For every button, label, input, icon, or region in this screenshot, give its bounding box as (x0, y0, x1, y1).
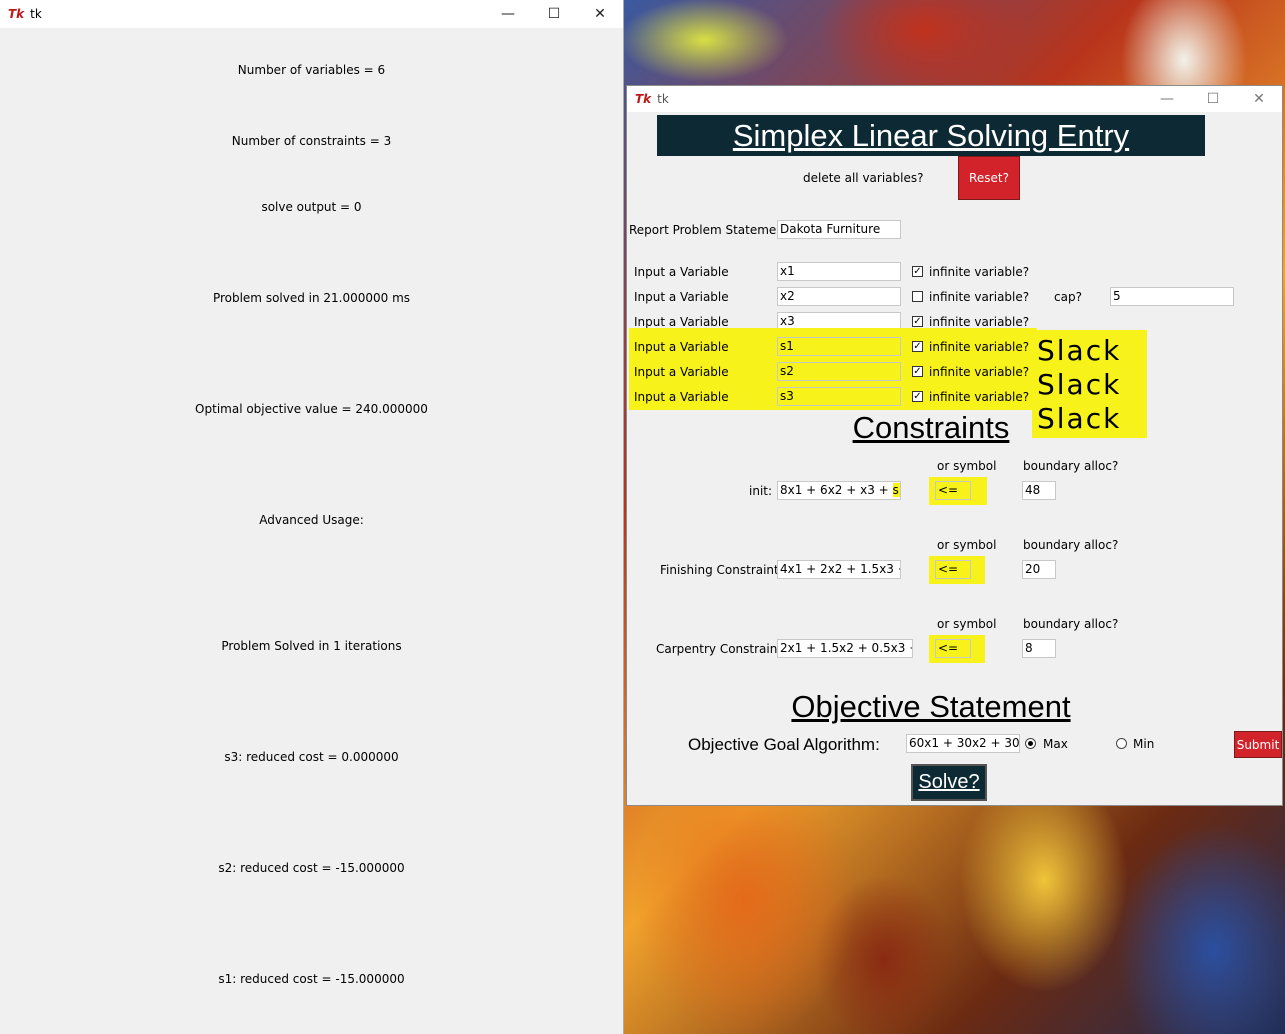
objective-heading: Objective Statement (791, 689, 1071, 724)
infinite-variable-checkbox[interactable] (912, 291, 923, 302)
infinite-variable-label: infinite variable? (929, 315, 1030, 329)
objective-expression-input[interactable]: 60x1 + 30x2 + 30x3 (906, 734, 1020, 753)
cap-input[interactable]: 5 (1110, 287, 1234, 306)
tk-logo-icon: Tk (8, 7, 25, 21)
infinite-variable-checkbox[interactable]: ✓ (912, 391, 923, 402)
symbol-header: or symbol (937, 459, 997, 473)
output-line: Number of variables = 6 (237, 63, 386, 77)
symbol-header: or symbol (937, 617, 997, 631)
slack-annotation: Slack (1037, 402, 1122, 435)
output-line: s1: reduced cost = -15.000000 (218, 972, 405, 986)
variable-label: Input a Variable (634, 365, 729, 379)
constraint-name: init: (749, 484, 773, 498)
output-line: Optimal objective value = 240.000000 (195, 402, 428, 416)
variable-input-s1[interactable]: s1 (777, 337, 901, 356)
variable-label: Input a Variable (634, 265, 729, 279)
output-line: s3: reduced cost = 0.000000 (224, 750, 399, 764)
boundary-input[interactable]: 8 (1022, 639, 1056, 658)
infinite-variable-label: infinite variable? (929, 365, 1030, 379)
objective-goal-label: Objective Goal Algorithm: (688, 735, 880, 754)
infinite-variable-checkbox[interactable]: ✓ (912, 316, 923, 327)
boundary-header: boundary alloc? (1023, 459, 1119, 473)
infinite-variable-label: infinite variable? (929, 390, 1030, 404)
constraints-heading: Constraints (852, 410, 1010, 445)
minimize-icon[interactable]: — (1144, 85, 1190, 113)
max-radio[interactable] (1025, 738, 1036, 749)
variable-input-s3[interactable]: s3 (777, 387, 901, 406)
infinite-variable-checkbox[interactable]: ✓ (912, 341, 923, 352)
variable-label: Input a Variable (634, 390, 729, 404)
variable-input-x1[interactable]: x1 (777, 262, 901, 281)
minimize-icon[interactable]: — (485, 0, 531, 28)
variable-label: Input a Variable (634, 290, 729, 304)
boundary-input[interactable]: 20 (1022, 560, 1056, 579)
window-title: tk (657, 92, 669, 106)
maximize-icon[interactable]: ☐ (1190, 85, 1236, 113)
close-icon[interactable]: ✕ (1236, 85, 1282, 113)
entry-window-titlebar[interactable]: Tk tk — ☐ ✕ (627, 86, 1282, 112)
symbol-input[interactable]: <= (935, 481, 971, 500)
expression-text: 4x1 + 2x2 + 1.5x3 + (780, 562, 901, 576)
output-window: Tk tk — ☐ ✕ Number of variables = 6 Numb… (0, 0, 624, 1034)
symbol-input[interactable]: <= (935, 560, 971, 579)
min-radio[interactable] (1116, 738, 1127, 749)
tk-logo-icon: Tk (635, 92, 652, 106)
slack-annotation: Slack (1037, 334, 1122, 367)
maximize-icon[interactable]: ☐ (531, 0, 577, 28)
infinite-variable-checkbox[interactable]: ✓ (912, 266, 923, 277)
output-line: s2: reduced cost = -15.000000 (218, 861, 405, 875)
output-line: Advanced Usage: (259, 513, 364, 527)
constraint-expression-input[interactable]: 2x1 + 1.5x2 + 0.5x3 + s3 (777, 639, 913, 658)
symbol-input[interactable]: <= (935, 639, 971, 658)
slack-annotation: Slack (1037, 368, 1122, 401)
output-window-titlebar[interactable]: Tk tk — ☐ ✕ (0, 0, 623, 28)
min-label: Min (1133, 737, 1155, 751)
output-line: Problem solved in 21.000000 ms (212, 291, 411, 305)
close-icon[interactable]: ✕ (577, 0, 623, 28)
window-title: tk (30, 7, 42, 21)
expression-text: 8x1 + 6x2 + x3 + (780, 483, 893, 497)
simplex-entry-window: Tk tk — ☐ ✕ Simplex Linear Solving Entry… (626, 85, 1283, 806)
symbol-header: or symbol (937, 538, 997, 552)
infinite-variable-label: infinite variable? (929, 265, 1030, 279)
output-line: Number of constraints = 3 (231, 134, 392, 148)
cap-label: cap? (1054, 290, 1082, 304)
reset-button[interactable]: Reset? (958, 156, 1020, 200)
report-statement-label: Report Problem Statement (629, 223, 789, 237)
variable-input-x2[interactable]: x2 (777, 287, 901, 306)
app-banner-title: Simplex Linear Solving Entry (657, 115, 1205, 156)
constraint-expression-input[interactable]: 4x1 + 2x2 + 1.5x3 + s2 (777, 560, 901, 579)
variable-label: Input a Variable (634, 315, 729, 329)
infinite-variable-label: infinite variable? (929, 340, 1030, 354)
infinite-variable-label: infinite variable? (929, 290, 1030, 304)
boundary-header: boundary alloc? (1023, 617, 1119, 631)
expression-text: 2x1 + 1.5x2 + 0.5x3 + (780, 641, 913, 655)
max-label: Max (1043, 737, 1068, 751)
constraint-expression-input[interactable]: 8x1 + 6x2 + x3 + s1 (777, 481, 901, 500)
boundary-header: boundary alloc? (1023, 538, 1119, 552)
report-statement-input[interactable]: Dakota Furniture (777, 220, 901, 239)
slack-term: s1 (892, 483, 900, 497)
output-line: Problem Solved in 1 iterations (221, 639, 402, 653)
variable-label: Input a Variable (634, 340, 729, 354)
output-line: solve output = 0 (261, 200, 362, 214)
constraint-name: Finishing Constraint: (660, 563, 783, 577)
variable-input-s2[interactable]: s2 (777, 362, 901, 381)
boundary-input[interactable]: 48 (1022, 481, 1056, 500)
infinite-variable-checkbox[interactable]: ✓ (912, 366, 923, 377)
delete-variables-label: delete all variables? (803, 171, 924, 185)
constraint-name: Carpentry Constraint: (656, 642, 787, 656)
submit-button[interactable]: Submit (1234, 731, 1282, 758)
solve-button[interactable]: Solve? (911, 764, 987, 801)
